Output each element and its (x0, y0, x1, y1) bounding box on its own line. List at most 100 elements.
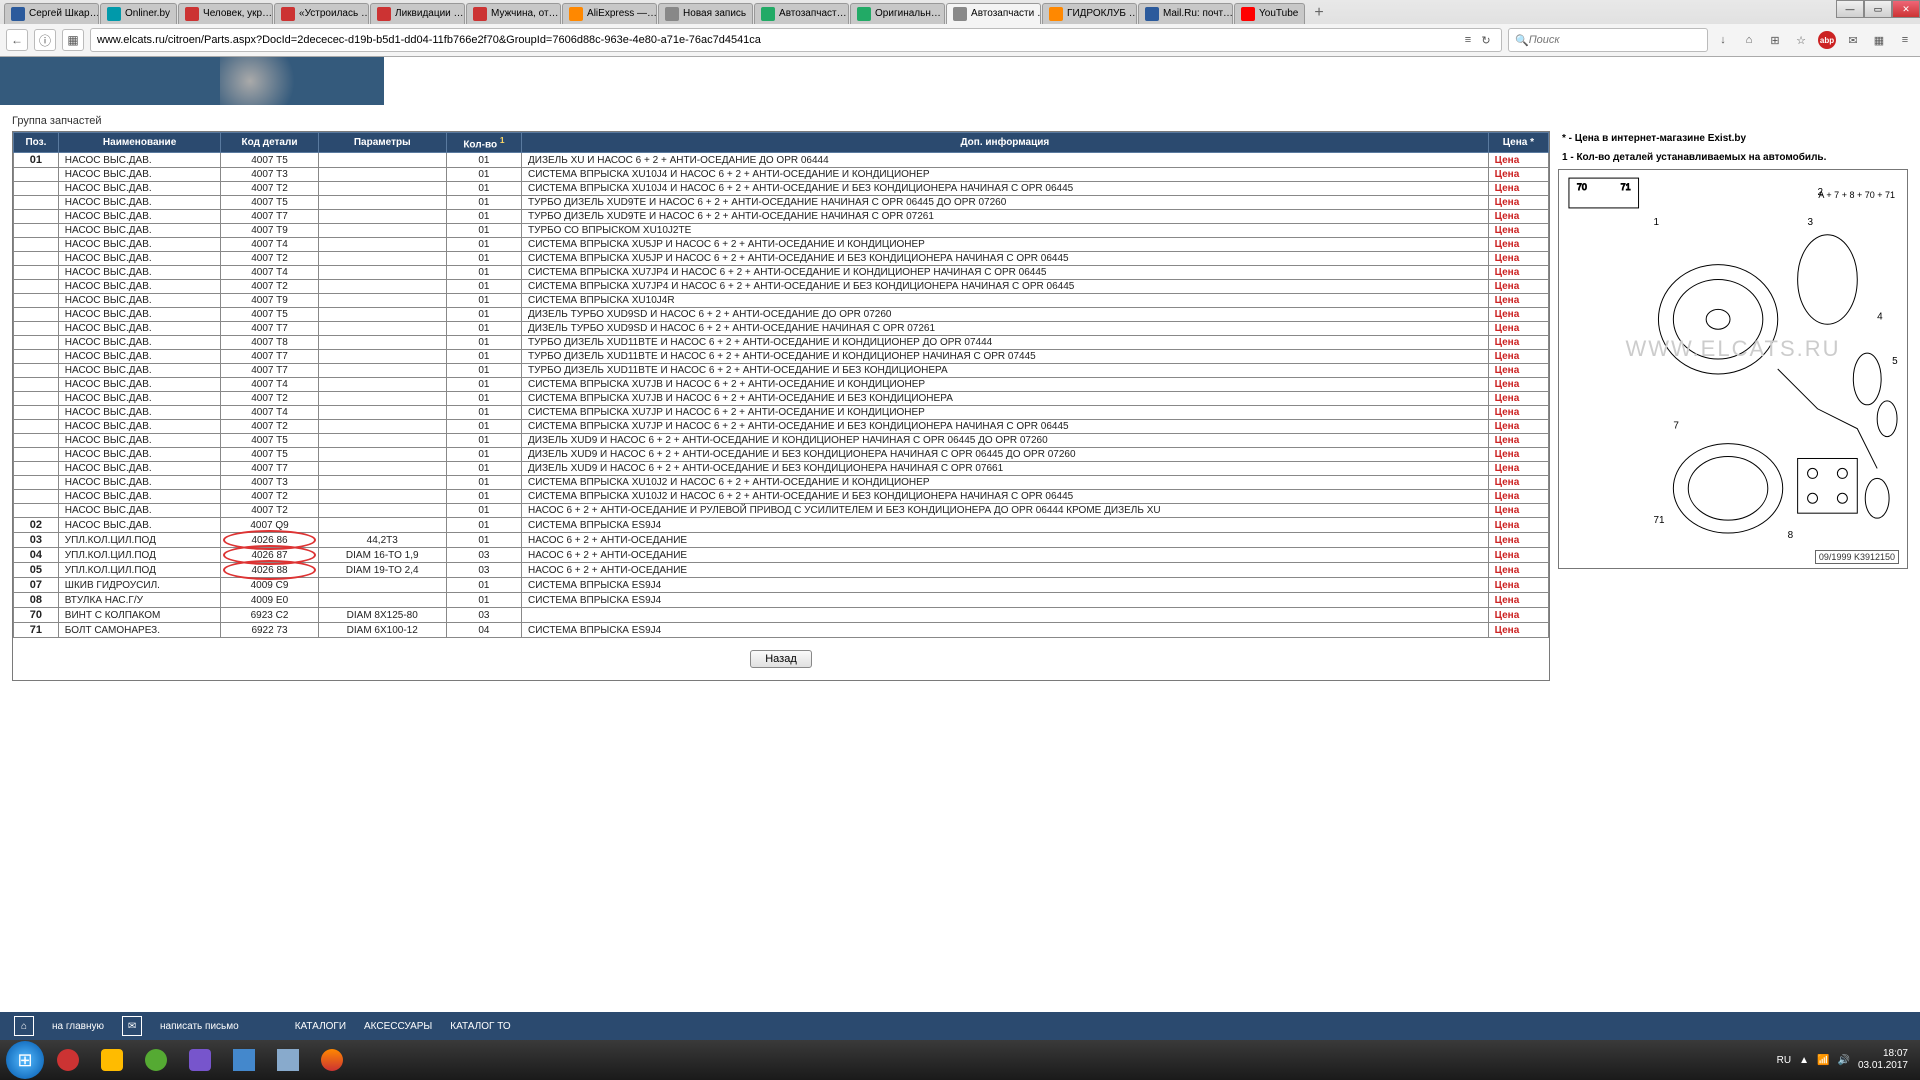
price-link[interactable]: Цена (1495, 477, 1520, 488)
price-link[interactable]: Цена (1495, 505, 1520, 516)
browser-tab[interactable]: Новая запись (658, 3, 753, 24)
table-row[interactable]: НАСОС ВЫС.ДАВ.4007 T201СИСТЕМА ВПРЫСКА X… (14, 490, 1549, 504)
price-link[interactable]: Цена (1495, 239, 1520, 250)
search-box[interactable]: 🔍 (1508, 28, 1708, 52)
mail-icon[interactable]: ✉ (122, 1016, 142, 1036)
table-row[interactable]: 05УПЛ.КОЛ.ЦИЛ.ПОД4026 88DIAM 19-TO 2,403… (14, 563, 1549, 578)
tb-utorrent[interactable] (136, 1044, 176, 1076)
back-page-button[interactable]: Назад (750, 650, 812, 668)
table-row[interactable]: НАСОС ВЫС.ДАВ.4007 T401СИСТЕМА ВПРЫСКА X… (14, 406, 1549, 420)
tb-explorer[interactable] (268, 1044, 308, 1076)
back-button[interactable]: ← (6, 29, 28, 51)
bn-mail[interactable]: написать письмо (160, 1021, 239, 1032)
bn-home[interactable]: на главную (52, 1021, 104, 1032)
toolbar-icon-1[interactable]: ⌂ (1740, 31, 1758, 49)
price-link[interactable]: Цена (1495, 491, 1520, 502)
price-link[interactable]: Цена (1495, 365, 1520, 376)
toolbar-icon-0[interactable]: ↓ (1714, 31, 1732, 49)
price-link[interactable]: Цена (1495, 580, 1520, 591)
reload-icon[interactable]: ↻ (1477, 31, 1495, 49)
price-link[interactable]: Цена (1495, 463, 1520, 474)
table-row[interactable]: 04УПЛ.КОЛ.ЦИЛ.ПОД4026 87DIAM 16-TO 1,903… (14, 548, 1549, 563)
table-row[interactable]: НАСОС ВЫС.ДАВ.4007 T201СИСТЕМА ВПРЫСКА X… (14, 182, 1549, 196)
browser-tab[interactable]: Onliner.by (100, 3, 177, 24)
toolbar-icon-7[interactable]: ≡ (1896, 31, 1914, 49)
price-link[interactable]: Цена (1495, 421, 1520, 432)
table-row[interactable]: НАСОС ВЫС.ДАВ.4007 T401СИСТЕМА ВПРЫСКА X… (14, 266, 1549, 280)
price-link[interactable]: Цена (1495, 550, 1520, 561)
close-button[interactable]: ✕ (1892, 0, 1920, 18)
browser-tab[interactable]: «Устроилась … (274, 3, 369, 24)
price-link[interactable]: Цена (1495, 197, 1520, 208)
bn-catalog-to[interactable]: КАТАЛОГ ТО (450, 1021, 510, 1032)
browser-tab[interactable]: Автозапчасти … (946, 3, 1041, 24)
browser-tab[interactable]: Оригинальн… (850, 3, 945, 24)
table-row[interactable]: НАСОС ВЫС.ДАВ.4007 T501ДИЗЕЛЬ XUD9 И НАС… (14, 434, 1549, 448)
table-row[interactable]: НАСОС ВЫС.ДАВ.4007 T701ТУРБО ДИЗЕЛЬ XUD1… (14, 364, 1549, 378)
table-row[interactable]: 08ВТУЛКА НАС.Г/У4009 E001СИСТЕМА ВПРЫСКА… (14, 593, 1549, 608)
browser-tab[interactable]: YouTube (1234, 3, 1305, 24)
table-row[interactable]: 71БОЛТ САМОНАРЕЗ.6922 73DIAM 6X100-1204С… (14, 623, 1549, 638)
toolbar-icon-6[interactable]: ▦ (1870, 31, 1888, 49)
browser-tab[interactable]: AliExpress —… (562, 3, 657, 24)
table-row[interactable]: 03УПЛ.КОЛ.ЦИЛ.ПОД4026 8644,2T301НАСОС 6 … (14, 533, 1549, 548)
bn-accessories[interactable]: АКСЕССУАРЫ (364, 1021, 432, 1032)
table-row[interactable]: НАСОС ВЫС.ДАВ.4007 T201СИСТЕМА ВПРЫСКА X… (14, 280, 1549, 294)
table-row[interactable]: 01НАСОС ВЫС.ДАВ.4007 T501ДИЗЕЛЬ XU И НАС… (14, 153, 1549, 168)
tb-firefox[interactable] (312, 1044, 352, 1076)
table-row[interactable]: НАСОС ВЫС.ДАВ.4007 T201СИСТЕМА ВПРЫСКА X… (14, 420, 1549, 434)
price-link[interactable]: Цена (1495, 625, 1520, 636)
price-link[interactable]: Цена (1495, 595, 1520, 606)
url-input[interactable] (97, 34, 1459, 46)
price-link[interactable]: Цена (1495, 323, 1520, 334)
table-row[interactable]: НАСОС ВЫС.ДАВ.4007 T501ДИЗЕЛЬ ТУРБО XUD9… (14, 308, 1549, 322)
table-row[interactable]: НАСОС ВЫС.ДАВ.4007 T901СИСТЕМА ВПРЫСКА X… (14, 294, 1549, 308)
reader-icon[interactable]: ≡ (1459, 31, 1477, 49)
table-row[interactable]: НАСОС ВЫС.ДАВ.4007 T901ТУРБО СО ВПРЫСКОМ… (14, 224, 1549, 238)
table-row[interactable]: НАСОС ВЫС.ДАВ.4007 T501ДИЗЕЛЬ XUD9 И НАС… (14, 448, 1549, 462)
tray-lang[interactable]: RU (1777, 1055, 1791, 1066)
table-row[interactable]: НАСОС ВЫС.ДАВ.4007 T801ТУРБО ДИЗЕЛЬ XUD1… (14, 336, 1549, 350)
browser-tab[interactable]: Человек, укр… (178, 3, 273, 24)
tray-volume-icon[interactable]: 🔊 (1837, 1055, 1849, 1066)
price-link[interactable]: Цена (1495, 267, 1520, 278)
price-link[interactable]: Цена (1495, 169, 1520, 180)
table-row[interactable]: 70ВИНТ С КОЛПАКОМ6923 C2DIAM 8X125-8003Ц… (14, 608, 1549, 623)
price-link[interactable]: Цена (1495, 520, 1520, 531)
tb-save[interactable] (224, 1044, 264, 1076)
browser-tab[interactable]: Автозапчаст… (754, 3, 849, 24)
price-link[interactable]: Цена (1495, 211, 1520, 222)
table-row[interactable]: НАСОС ВЫС.ДАВ.4007 T301СИСТЕМА ВПРЫСКА X… (14, 168, 1549, 182)
toolbar-icon-3[interactable]: ☆ (1792, 31, 1810, 49)
tracking-button[interactable]: ▦ (62, 29, 84, 51)
price-link[interactable]: Цена (1495, 393, 1520, 404)
tray-network-icon[interactable]: 📶 (1817, 1055, 1829, 1066)
minimize-button[interactable]: — (1836, 0, 1864, 18)
browser-tab[interactable]: ГИДРОКЛУБ … (1042, 3, 1137, 24)
browser-tab[interactable]: Mail.Ru: почт… (1138, 3, 1233, 24)
search-input[interactable] (1529, 34, 1701, 46)
bn-catalogs[interactable]: КАТАЛОГИ (295, 1021, 346, 1032)
table-row[interactable]: НАСОС ВЫС.ДАВ.4007 T501ТУРБО ДИЗЕЛЬ XUD9… (14, 196, 1549, 210)
price-link[interactable]: Цена (1495, 610, 1520, 621)
price-link[interactable]: Цена (1495, 309, 1520, 320)
price-link[interactable]: Цена (1495, 225, 1520, 236)
price-link[interactable]: Цена (1495, 337, 1520, 348)
table-row[interactable]: НАСОС ВЫС.ДАВ.4007 T201СИСТЕМА ВПРЫСКА X… (14, 392, 1549, 406)
price-link[interactable]: Цена (1495, 183, 1520, 194)
price-link[interactable]: Цена (1495, 565, 1520, 576)
new-tab-button[interactable]: + (1306, 2, 1331, 24)
price-link[interactable]: Цена (1495, 253, 1520, 264)
toolbar-icon-5[interactable]: ✉ (1844, 31, 1862, 49)
price-link[interactable]: Цена (1495, 155, 1520, 166)
tray-clock[interactable]: 18:07 03.01.2017 (1858, 1048, 1914, 1072)
price-link[interactable]: Цена (1495, 379, 1520, 390)
table-row[interactable]: 02НАСОС ВЫС.ДАВ.4007 Q901СИСТЕМА ВПРЫСКА… (14, 518, 1549, 533)
table-row[interactable]: НАСОС ВЫС.ДАВ.4007 T701ТУРБО ДИЗЕЛЬ XUD1… (14, 350, 1549, 364)
toolbar-icon-4[interactable]: abp (1818, 31, 1836, 49)
table-row[interactable]: НАСОС ВЫС.ДАВ.4007 T201СИСТЕМА ВПРЫСКА X… (14, 252, 1549, 266)
price-link[interactable]: Цена (1495, 535, 1520, 546)
browser-tab[interactable]: Сергей Шкар… (4, 3, 99, 24)
table-row[interactable]: НАСОС ВЫС.ДАВ.4007 T701ДИЗЕЛЬ XUD9 И НАС… (14, 462, 1549, 476)
start-button[interactable]: ⊞ (6, 1041, 44, 1079)
